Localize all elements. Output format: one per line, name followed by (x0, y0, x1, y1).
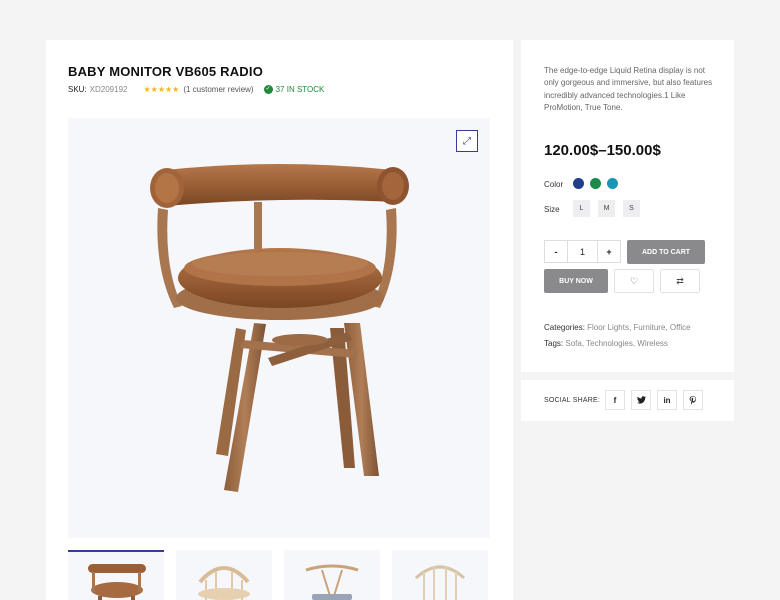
thumb-chair-image (414, 565, 466, 600)
star-icon: ★ (165, 84, 173, 94)
color-swatch-blue[interactable] (573, 178, 584, 189)
product-description: The edge-to-edge Liquid Retina display i… (544, 66, 713, 112)
size-label: Size (544, 205, 560, 214)
tags-links[interactable]: Sofa, Technologies, Wireless (565, 339, 668, 348)
size-option-s[interactable]: S (623, 200, 640, 217)
size-option-l[interactable]: L (573, 200, 590, 217)
buy-now-button[interactable]: BUY NOW (544, 269, 608, 293)
product-title: BABY MONITOR VB605 RADIO (68, 64, 264, 79)
product-gallery-card: BABY MONITOR VB605 RADIO SKU: XD209192 ★… (46, 40, 513, 600)
product-price: 120.00$–150.00$ (544, 142, 661, 159)
product-tags: Tags: Sofa, Technologies, Wireless (544, 339, 668, 348)
review-link[interactable]: (1 customer review) (183, 85, 253, 94)
sku-label: SKU: (68, 85, 87, 94)
thumb-chair-image (88, 564, 146, 600)
linkedin-icon[interactable]: in (657, 390, 677, 410)
thumb-chair-image (198, 566, 250, 600)
twitter-bird-icon (636, 396, 646, 404)
star-icon: ★ (157, 84, 165, 94)
color-label: Color (544, 180, 564, 189)
main-product-image: ⤢ (68, 118, 490, 538)
categories-links[interactable]: Floor Lights, Furniture, Office (587, 323, 690, 332)
product-categories: Categories: Floor Lights, Furniture, Off… (544, 323, 691, 332)
thumbnail-chair-2[interactable] (176, 550, 272, 600)
sku-value: XD209192 (89, 85, 128, 94)
wishlist-button[interactable]: ♡ (614, 269, 654, 293)
categories-label: Categories: (544, 323, 585, 332)
compare-button[interactable]: ⇄ (660, 269, 700, 293)
quantity-decrease-button[interactable]: - (545, 241, 567, 262)
color-swatch-teal[interactable] (607, 178, 618, 189)
add-to-cart-button[interactable]: ADD TO CART (627, 240, 705, 264)
quantity-increase-button[interactable]: + (598, 241, 620, 262)
star-icon: ★ (143, 84, 151, 94)
size-option-m[interactable]: M (598, 200, 615, 217)
quantity-stepper: - 1 + (544, 240, 621, 263)
chair-image (150, 164, 409, 492)
rating-stars: ★ ★ ★ ★ ★ (143, 84, 180, 94)
size-options: L M S (573, 200, 640, 217)
social-share-label: SOCIAL SHARE: (544, 397, 601, 404)
compare-arrows-icon: ⇄ (676, 275, 684, 286)
quantity-input[interactable]: 1 (567, 241, 598, 262)
check-circle-icon: ✓ (263, 85, 273, 94)
thumbnail-strip (68, 550, 488, 600)
product-meta: SKU: XD209192 ★ ★ ★ ★ ★ (1 customer review) … (68, 85, 324, 94)
thumbnail-chair-3[interactable] (284, 550, 380, 600)
stock-status: ✓ 37 IN STOCK (263, 85, 325, 94)
product-details-card: The edge-to-edge Liquid Retina display i… (521, 40, 734, 372)
star-icon: ★ (150, 84, 158, 94)
tags-label: Tags: (544, 339, 564, 348)
social-share-icons: f in (605, 390, 703, 410)
thumbnail-chair-1[interactable] (68, 550, 164, 600)
twitter-icon[interactable] (631, 390, 651, 410)
pinterest-icon[interactable] (683, 390, 703, 410)
thumb-chair-image (305, 564, 359, 600)
social-share-card: SOCIAL SHARE: f in (521, 380, 734, 421)
expand-icon[interactable]: ⤢ (456, 130, 478, 152)
stock-text: 37 IN STOCK (275, 85, 325, 94)
heart-icon: ♡ (629, 275, 639, 286)
thumbnail-chair-4[interactable] (392, 550, 488, 600)
star-icon: ★ (172, 84, 180, 94)
facebook-icon[interactable]: f (605, 390, 625, 410)
color-swatches (573, 178, 618, 189)
pinterest-p-icon (689, 395, 696, 405)
color-swatch-green[interactable] (590, 178, 601, 189)
